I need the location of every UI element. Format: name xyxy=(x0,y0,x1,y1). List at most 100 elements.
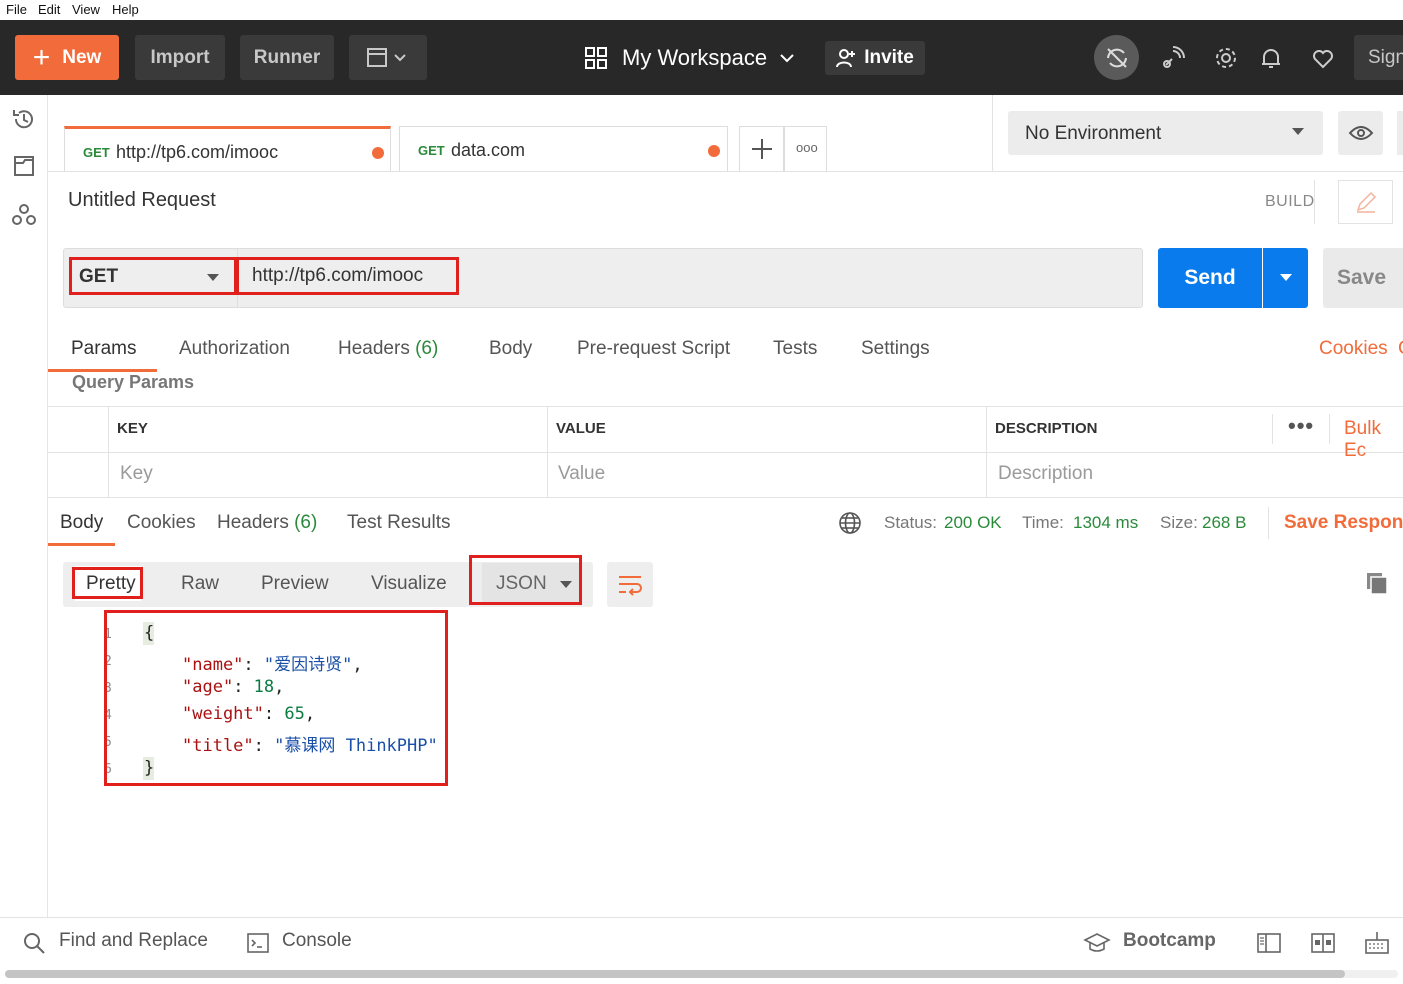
pencil-icon xyxy=(1356,191,1376,213)
save-button[interactable]: Save xyxy=(1323,248,1403,308)
import-button[interactable]: Import xyxy=(135,35,225,80)
horizontal-scrollbar[interactable] xyxy=(5,970,1398,978)
more-options-icon[interactable]: ••• xyxy=(1288,413,1314,439)
save-label: Save xyxy=(1337,266,1387,289)
unsaved-dot-icon xyxy=(708,145,720,157)
sync-off-icon xyxy=(1106,47,1127,68)
view-preview[interactable]: Preview xyxy=(261,573,329,595)
capture-button[interactable] xyxy=(1155,40,1191,76)
env-divider xyxy=(992,95,993,171)
col-divider xyxy=(108,406,109,498)
notifications-button[interactable] xyxy=(1253,40,1289,76)
tab-pre-request-script[interactable]: Pre-request Script xyxy=(577,338,730,360)
environment-select[interactable]: No Environment xyxy=(1008,111,1323,155)
value-input[interactable]: Value xyxy=(558,463,605,485)
tab-settings[interactable]: Settings xyxy=(861,338,930,360)
response-tab-cookies[interactable]: Cookies xyxy=(127,512,196,534)
tab-url: data.com xyxy=(451,140,526,160)
environment-quick-look[interactable] xyxy=(1338,111,1383,155)
heart-icon xyxy=(1313,50,1333,69)
console-button[interactable]: Console xyxy=(282,930,352,952)
search-icon xyxy=(24,933,45,954)
col-divider xyxy=(1329,414,1330,444)
two-pane-icon[interactable] xyxy=(1257,932,1281,954)
save-response-divider xyxy=(1268,507,1269,539)
send-button[interactable]: Send xyxy=(1158,248,1262,308)
code-link[interactable]: C xyxy=(1398,338,1403,360)
cookies-link[interactable]: Cookies xyxy=(1319,338,1388,360)
status-label: Status: xyxy=(884,513,937,532)
response-tab-headers[interactable]: Headers (6) xyxy=(217,512,317,534)
menu-bar: File Edit View Help xyxy=(0,0,1403,20)
params-row-divider xyxy=(48,452,1403,453)
sidebar xyxy=(0,95,48,917)
response-tab-body[interactable]: Body xyxy=(60,512,103,534)
view-raw[interactable]: Raw xyxy=(181,573,219,595)
tab-more-button[interactable]: ooo xyxy=(784,126,827,172)
bulk-edit-link[interactable]: Bulk Ec xyxy=(1344,418,1403,462)
runner-label: Runner xyxy=(253,46,321,68)
new-button[interactable]: + New xyxy=(15,35,119,80)
new-tab-button[interactable] xyxy=(739,126,784,172)
highlight-box xyxy=(469,555,582,605)
menu-help[interactable]: Help xyxy=(112,2,139,17)
response-tab-test-results[interactable]: Test Results xyxy=(347,512,450,534)
apis-button[interactable] xyxy=(11,202,37,228)
col-divider xyxy=(1272,414,1273,444)
description-input[interactable]: Description xyxy=(998,463,1093,485)
wrap-lines-button[interactable] xyxy=(607,562,653,607)
build-divider xyxy=(1314,180,1315,224)
settings-button[interactable] xyxy=(1208,40,1244,76)
copy-icon[interactable] xyxy=(1364,570,1390,596)
invite-button[interactable]: Invite xyxy=(825,41,925,75)
caret-down-icon xyxy=(1279,274,1292,281)
edit-button[interactable] xyxy=(1338,180,1393,224)
scrollbar-thumb[interactable] xyxy=(5,970,1345,978)
request-name[interactable]: Untitled Request xyxy=(68,189,216,212)
new-window-button[interactable] xyxy=(349,35,427,80)
collections-button[interactable] xyxy=(11,153,37,179)
bell-icon xyxy=(1262,49,1280,68)
wrap-lines-icon xyxy=(619,575,642,596)
menu-file[interactable]: File xyxy=(6,2,27,17)
key-input[interactable]: Key xyxy=(120,463,153,485)
globe-icon[interactable] xyxy=(838,511,862,535)
tab-method: GET xyxy=(83,145,110,160)
tab-body[interactable]: Body xyxy=(489,338,532,360)
sign-in-label: Sign xyxy=(1368,46,1403,68)
highlight-box xyxy=(72,567,143,599)
new-window-icon xyxy=(367,47,406,67)
sign-in-button[interactable]: Sign xyxy=(1354,35,1403,80)
split-pane-icon[interactable] xyxy=(1311,932,1335,954)
plus-icon: + xyxy=(32,40,51,74)
col-description-header: DESCRIPTION xyxy=(995,420,1098,437)
history-button[interactable] xyxy=(11,106,37,132)
tab-tests[interactable]: Tests xyxy=(773,338,817,360)
menu-view[interactable]: View xyxy=(72,2,100,17)
send-label: Send xyxy=(1184,266,1236,289)
build-label: BUILD xyxy=(1265,193,1315,210)
keyboard-shortcuts-icon[interactable] xyxy=(1365,930,1389,954)
tab-headers[interactable]: Headers (6) xyxy=(338,338,438,360)
tab-params[interactable]: Params xyxy=(71,338,136,360)
grid-icon xyxy=(585,47,607,69)
workspace-switcher[interactable]: My Workspace xyxy=(584,45,799,71)
active-tab-indicator xyxy=(48,543,115,546)
request-tab-active[interactable]: GET http://tp6.com/imooc xyxy=(64,126,391,172)
response-headers-count: (6) xyxy=(294,512,318,533)
satellite-icon xyxy=(1163,46,1185,68)
favorites-button[interactable] xyxy=(1305,40,1341,76)
save-response-button[interactable]: Save Respons xyxy=(1284,512,1403,534)
tab-authorization[interactable]: Authorization xyxy=(179,338,290,360)
send-options-button[interactable] xyxy=(1263,248,1308,308)
bootcamp-button[interactable]: Bootcamp xyxy=(1123,930,1216,952)
eye-icon xyxy=(1348,126,1373,140)
menu-edit[interactable]: Edit xyxy=(38,2,60,17)
environment-settings-cut[interactable] xyxy=(1397,111,1403,155)
find-replace-button[interactable]: Find and Replace xyxy=(59,930,208,952)
view-visualize[interactable]: Visualize xyxy=(371,573,447,595)
runner-button[interactable]: Runner xyxy=(240,35,334,80)
plus-icon xyxy=(752,139,772,159)
sync-button[interactable] xyxy=(1094,35,1139,80)
request-tab[interactable]: GET data.com xyxy=(399,126,728,172)
